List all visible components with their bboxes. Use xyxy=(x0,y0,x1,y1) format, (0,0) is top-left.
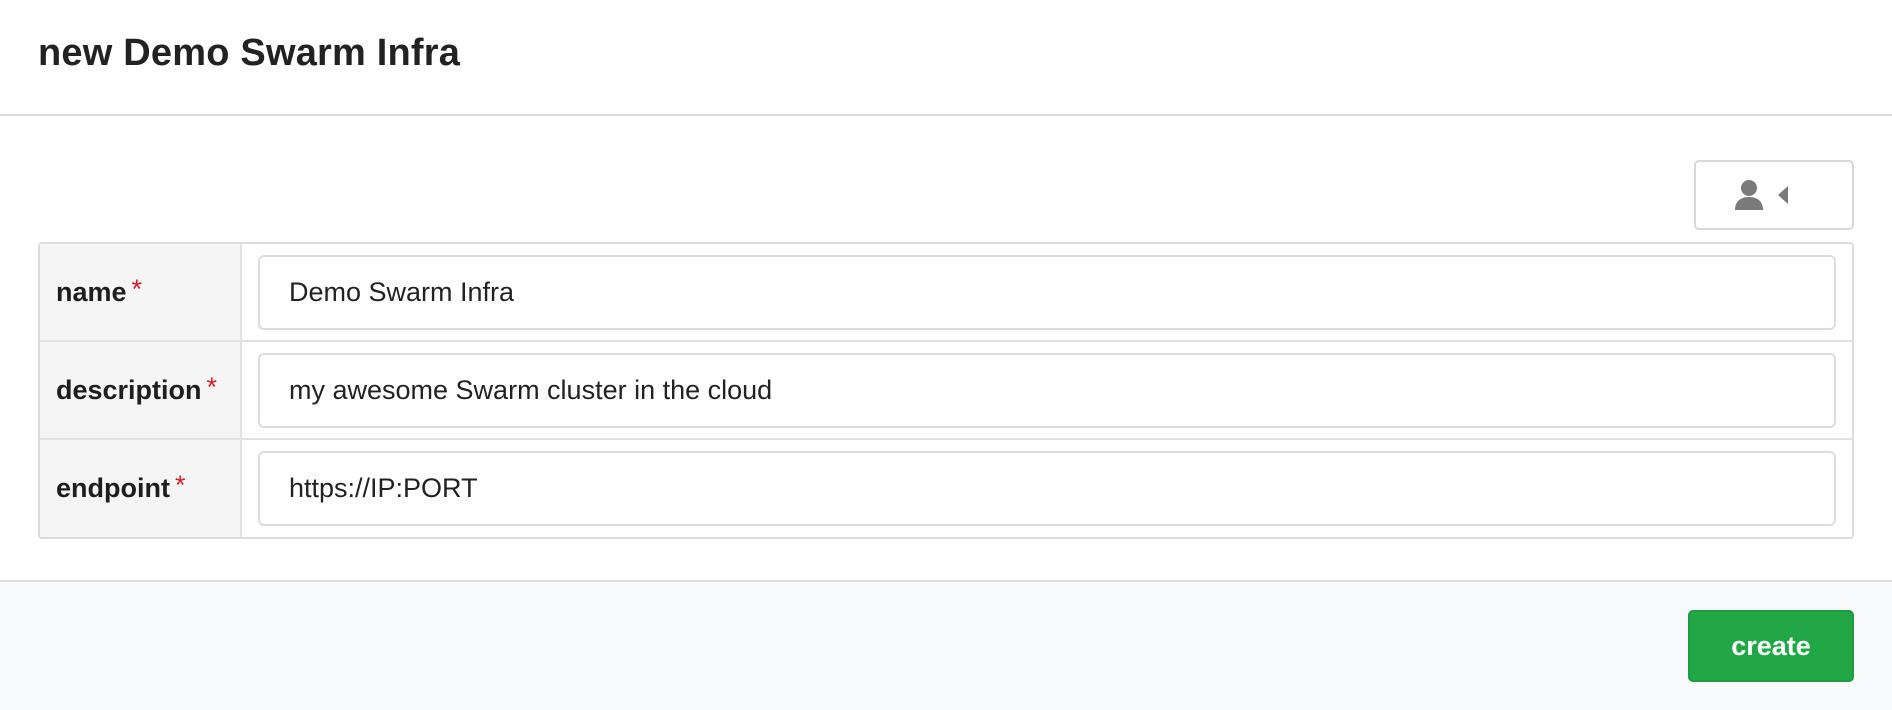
form-row-name: name * xyxy=(40,244,1852,342)
required-marker: * xyxy=(174,470,186,500)
field-container xyxy=(242,440,1852,537)
form-table: name * description * endpoint xyxy=(38,242,1854,539)
field-label-text: name xyxy=(56,276,127,307)
field-label: description * xyxy=(40,342,242,438)
user-icon xyxy=(1734,179,1764,211)
field-container xyxy=(242,342,1852,438)
dialog-body: name * description * endpoint xyxy=(0,116,1892,580)
field-label: name * xyxy=(40,244,242,340)
form-row-description: description * xyxy=(40,342,1852,440)
name-input[interactable] xyxy=(258,254,1836,330)
field-label-text: endpoint xyxy=(56,473,170,503)
dialog-footer: create xyxy=(0,580,1892,710)
field-label-text: description xyxy=(56,374,202,405)
field-label: endpoint * xyxy=(40,440,242,537)
owner-dropdown-button[interactable] xyxy=(1694,160,1854,230)
form-row-endpoint: endpoint * xyxy=(40,440,1852,537)
caret-left-icon xyxy=(1778,186,1788,204)
required-marker: * xyxy=(206,371,218,402)
page-title: new Demo Swarm Infra xyxy=(38,31,461,74)
endpoint-input[interactable] xyxy=(258,451,1836,526)
form-dialog: new Demo Swarm Infra name * Demo Swarm I… xyxy=(0,0,1892,710)
field-container xyxy=(242,244,1852,340)
required-marker: * xyxy=(131,273,143,304)
create-button[interactable]: create xyxy=(1688,610,1854,682)
description-input[interactable] xyxy=(258,352,1836,428)
dialog-header: new Demo Swarm Infra xyxy=(0,0,1892,116)
